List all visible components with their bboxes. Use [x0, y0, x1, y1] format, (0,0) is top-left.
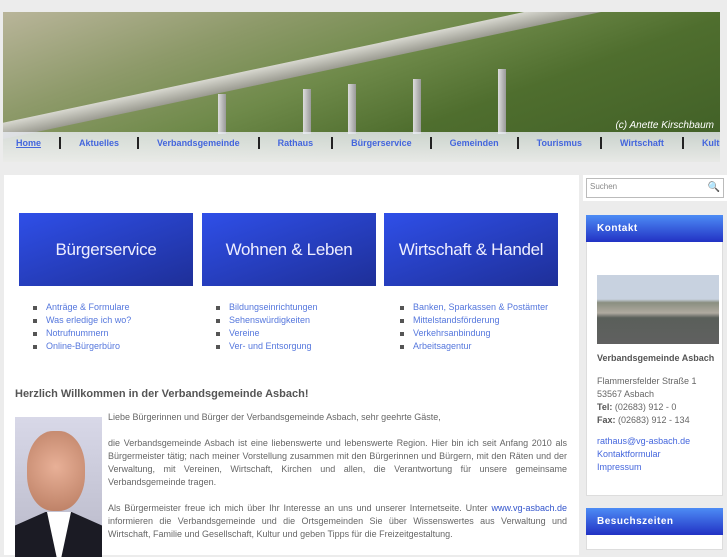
main-content: Bürgerservice Wohnen & Leben Wirtschaft … — [4, 175, 579, 557]
org-name: Verbandsgemeinde Asbach — [597, 353, 715, 363]
list-link[interactable]: Arbeitsagentur — [399, 340, 548, 353]
list-link[interactable]: Vereine — [216, 327, 318, 340]
tile-wirtschaft-handel[interactable]: Wirtschaft & Handel — [384, 213, 558, 286]
search-input[interactable]: Suchen 🔍 — [586, 178, 724, 198]
list-wohnen: Bildungseinrichtungen Sehenswürdigkeiten… — [216, 301, 318, 353]
nav-home[interactable]: Home — [3, 137, 62, 149]
list-link[interactable]: Ver- und Entsorgung — [216, 340, 318, 353]
tile-buergerservice[interactable]: Bürgerservice — [19, 213, 193, 286]
nav-rathaus[interactable]: Rathaus — [260, 137, 334, 149]
list-link[interactable]: Sehenswürdigkeiten — [216, 314, 318, 327]
email-link[interactable]: rathaus@vg-asbach.de — [597, 435, 690, 448]
nav-aktuelles[interactable]: Aktuelles — [61, 137, 140, 149]
tile-wohnen-leben[interactable]: Wohnen & Leben — [202, 213, 376, 286]
welcome-heading: Herzlich Willkommen in der Verbandsgemei… — [15, 388, 309, 400]
list-link[interactable]: Anträge & Formulare — [32, 301, 131, 314]
town-hall-photo — [597, 275, 719, 344]
mayor-photo — [15, 417, 102, 557]
list-link[interactable]: Verkehrsanbindung — [399, 327, 548, 340]
paragraph: die Verbandsgemeinde Asbach ist eine lie… — [108, 438, 567, 487]
welcome-text: Liebe Bürgerinnen und Bürger der Verband… — [108, 411, 567, 554]
list-link[interactable]: Bildungseinrichtungen — [216, 301, 318, 314]
nav-gemeinden[interactable]: Gemeinden — [432, 137, 519, 149]
header-banner: (c) Anette Kirschbaum Home Aktuelles Ver… — [3, 12, 720, 162]
nav-buergerservice[interactable]: Bürgerservice — [333, 137, 432, 149]
kontakt-header: Kontakt — [586, 215, 723, 242]
paragraph: Als Bürgermeister freue ich mich über Ih… — [108, 503, 567, 539]
contact-links: rathaus@vg-asbach.de Kontaktformular Imp… — [597, 435, 690, 474]
list-link[interactable]: Mittelstandsförderung — [399, 314, 548, 327]
nav-kultur[interactable]: Kultur und Vereine — [684, 137, 720, 149]
contact-form-link[interactable]: Kontaktformular — [597, 448, 690, 461]
nav-tourismus[interactable]: Tourismus — [519, 137, 602, 149]
nav-verbandsgemeinde[interactable]: Verbandsgemeinde — [139, 137, 260, 149]
list-link[interactable]: Was erledige ich wo? — [32, 314, 131, 327]
photo-credit: (c) Anette Kirschbaum — [615, 120, 714, 131]
impressum-link[interactable]: Impressum — [597, 461, 690, 474]
search-icon[interactable]: 🔍 — [708, 182, 720, 193]
website-link[interactable]: www.vg-asbach.de — [491, 503, 567, 513]
besuchszeiten-header: Besuchszeiten — [586, 508, 723, 535]
list-link[interactable]: Banken, Sparkassen & Postämter — [399, 301, 548, 314]
greeting: Liebe Bürgerinnen und Bürger der Verband… — [108, 412, 441, 422]
nav-wirtschaft[interactable]: Wirtschaft — [602, 137, 684, 149]
address: Flammersfelder Straße 1 53567 Asbach Tel… — [597, 376, 697, 425]
list-link[interactable]: Notrufnummern — [32, 327, 131, 340]
bridge-image — [3, 12, 720, 143]
list-wirtschaft: Banken, Sparkassen & Postämter Mittelsta… — [399, 301, 548, 353]
list-link[interactable]: Online-Bürgerbüro — [32, 340, 131, 353]
list-buergerservice: Anträge & Formulare Was erledige ich wo?… — [32, 301, 131, 353]
main-nav: Home Aktuelles Verbandsgemeinde Rathaus … — [3, 132, 720, 162]
